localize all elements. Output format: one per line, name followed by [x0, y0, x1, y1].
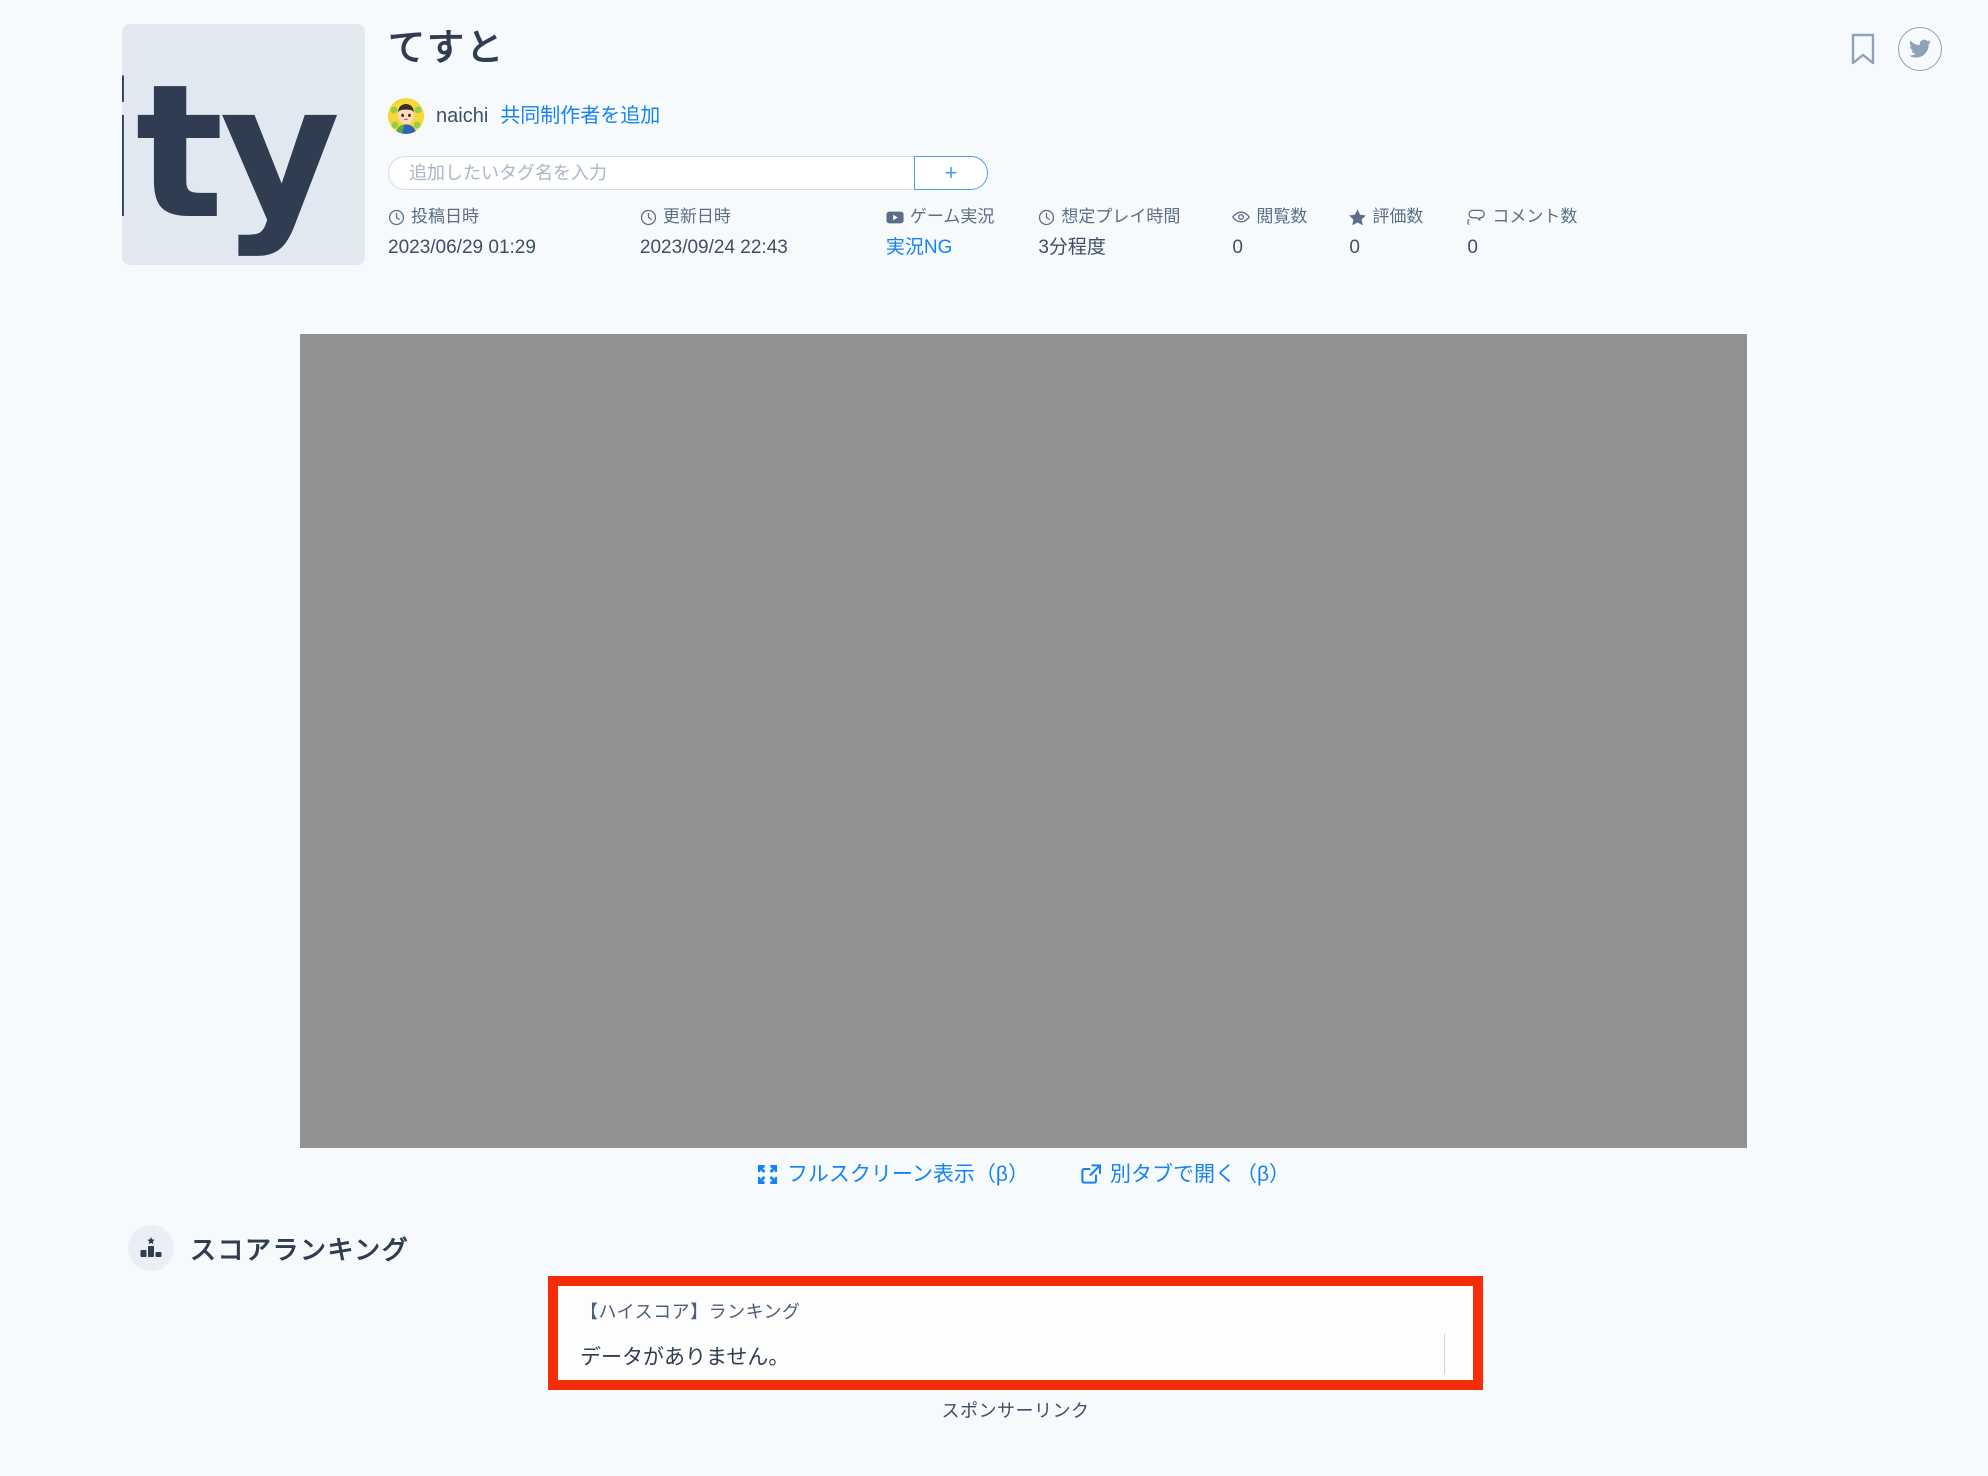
ranking-board-label: 【ハイスコア】ランキング	[580, 1302, 801, 1322]
canvas-actions: フルスクリーン表示（β） 別タブで開く（β）	[300, 1148, 1747, 1200]
meta-label-text: 投稿日時	[411, 207, 479, 226]
sponsor-link-label: スポンサーリンク	[941, 1401, 1090, 1421]
meta-item-2: ゲーム実況実況NG	[886, 206, 995, 260]
meta-value[interactable]: 実況NG	[886, 237, 995, 260]
canvas-action-0[interactable]: フルスクリーン表示（β）	[757, 1164, 1029, 1185]
fullscreen-icon	[757, 1164, 778, 1185]
canvas-action-1[interactable]: 別タブで開く（β）	[1081, 1164, 1290, 1185]
meta-label: 想定プレイ時間	[1038, 206, 1180, 228]
meta-item-0: 投稿日時 2023/06/29 01:29	[388, 206, 536, 260]
author-name[interactable]: naichi	[436, 106, 488, 126]
meta-item-4: 閲覧数 0	[1232, 206, 1307, 260]
canvas-action-label: 別タブで開く（β）	[1109, 1162, 1291, 1186]
page-title: てすと	[388, 27, 505, 68]
eye-icon	[1232, 210, 1251, 224]
clock-icon	[640, 209, 657, 226]
meta-label-text: 想定プレイ時間	[1061, 207, 1181, 226]
ranking-empty-message: データがありません。	[580, 1345, 790, 1369]
meta-label: 投稿日時	[388, 206, 536, 228]
thumbnail-logo-text: ity	[122, 44, 340, 260]
video-icon	[886, 211, 904, 224]
page-root: ity てすと naichi	[0, 0, 1988, 1476]
game-thumbnail[interactable]: ity	[122, 24, 365, 265]
star-icon	[1349, 208, 1367, 226]
meta-label: ゲーム実況	[886, 206, 995, 228]
canvas-action-label: フルスクリーン表示（β）	[786, 1162, 1029, 1186]
meta-label-text: ゲーム実況	[909, 207, 995, 226]
meta-label-text: コメント数	[1492, 207, 1578, 226]
ranking-board[interactable]: 【ハイスコア】ランキング データがありません。	[548, 1276, 1483, 1390]
meta-value: 0	[1349, 237, 1360, 259]
meta-item-5: 評価数 0	[1349, 206, 1423, 260]
meta-label-text: 閲覧数	[1256, 207, 1308, 226]
external-link-icon	[1081, 1164, 1101, 1184]
game-canvas[interactable]	[300, 334, 1747, 1148]
meta-item-3: 想定プレイ時間 3分程度	[1038, 206, 1180, 260]
meta-value: 0	[1232, 237, 1243, 259]
comment-icon	[1467, 209, 1486, 225]
score-ranking-title: スコアランキング	[190, 1234, 410, 1265]
bookmark-icon[interactable]	[1850, 33, 1876, 65]
meta-label-text: 更新日時	[662, 207, 731, 226]
clock-icon	[388, 209, 405, 226]
metadata-strip: 投稿日時 2023/06/29 01:29 更新日時 2023/09/24 22:43…	[388, 206, 1577, 260]
tag-add-row: +	[388, 156, 988, 190]
twitter-icon[interactable]	[1898, 27, 1942, 71]
ranking-divider	[1444, 1334, 1445, 1374]
add-collaborator-link[interactable]: 共同制作者を追加	[500, 106, 660, 126]
meta-label-text: 評価数	[1372, 207, 1424, 226]
avatar[interactable]	[388, 98, 424, 134]
score-ranking-header: スコアランキング	[128, 1225, 409, 1271]
ranking-podium-icon	[128, 1225, 174, 1271]
tag-add-button[interactable]: +	[914, 156, 988, 190]
meta-value: 3分程度	[1038, 237, 1106, 259]
meta-item-1: 更新日時 2023/09/24 22:43	[640, 206, 788, 260]
meta-label: 更新日時	[640, 206, 788, 228]
meta-label: 評価数	[1349, 206, 1423, 228]
meta-value: 2023/06/29 01:29	[388, 237, 536, 259]
meta-label: コメント数	[1467, 206, 1577, 228]
meta-label: 閲覧数	[1232, 206, 1307, 228]
meta-value: 0	[1467, 237, 1478, 259]
meta-item-6: コメント数 0	[1467, 206, 1577, 260]
tag-input[interactable]	[388, 156, 914, 190]
header: ity てすと naichi	[0, 0, 1988, 300]
author-row: naichi 共同制作者を追加	[388, 98, 660, 134]
top-icons	[1850, 27, 1942, 71]
clock-icon	[1038, 209, 1055, 226]
meta-value: 2023/09/24 22:43	[639, 237, 788, 259]
